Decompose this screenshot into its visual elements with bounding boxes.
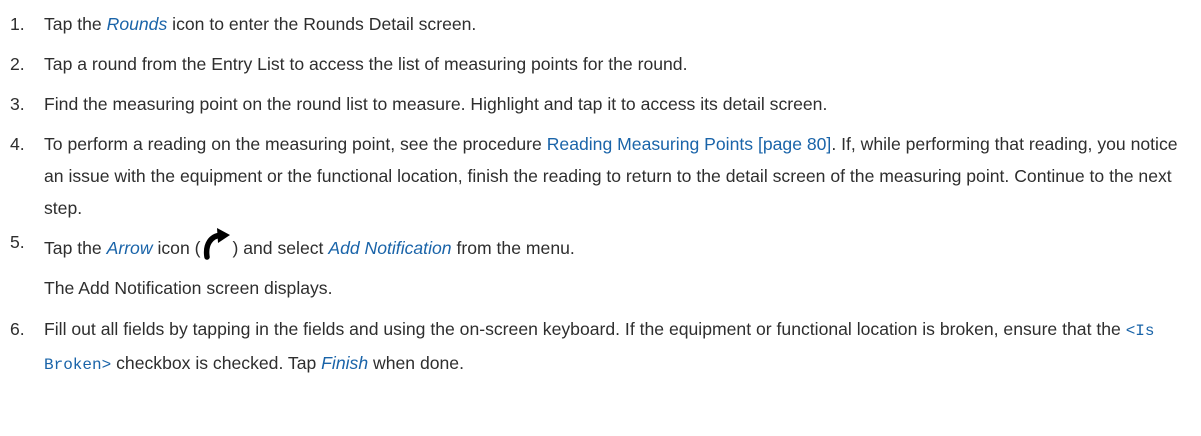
step-number: 1. [10, 14, 25, 34]
reading-measuring-points-link[interactable]: Reading Measuring Points [page 80] [547, 134, 832, 154]
step-text: icon to enter the Rounds Detail screen. [167, 14, 477, 34]
step-text: ) and select [232, 238, 329, 258]
step-4: 4. To perform a reading on the measuring… [0, 128, 1195, 224]
rounds-ui-term: Rounds [106, 14, 168, 34]
step-text: Fill out all fields by tapping in the fi… [44, 319, 1126, 339]
step-1: 1. Tap the Rounds icon to enter the Roun… [0, 8, 1195, 40]
step-text: Tap the [44, 14, 107, 34]
add-notification-ui-term: Add Notification [328, 238, 452, 258]
step-number: 5. [10, 232, 25, 252]
step-3: 3. Find the measuring point on the round… [0, 88, 1195, 120]
step-6: 6. Fill out all fields by tapping in the… [0, 313, 1195, 381]
step-2: 2. Tap a round from the Entry List to ac… [0, 48, 1195, 80]
step-text: To perform a reading on the measuring po… [44, 134, 547, 154]
step-text: from the menu. [451, 238, 575, 258]
step-5: 5. Tap the Arrow icon ( ) and select Add… [0, 226, 1195, 264]
step-text: Tap a round from the Entry List to acces… [44, 54, 688, 74]
step-number: 6. [10, 319, 25, 339]
step-text: checkbox is checked. Tap [111, 353, 322, 373]
step-number: 3. [10, 94, 25, 114]
step-number: 2. [10, 54, 25, 74]
step-number: 4. [10, 134, 25, 154]
curved-arrow-icon [204, 228, 231, 260]
step-text: Tap the [44, 238, 107, 258]
step-text: when done. [368, 353, 464, 373]
step-text: icon ( [152, 238, 201, 258]
arrow-ui-term: Arrow [106, 238, 153, 258]
finish-ui-term: Finish [321, 353, 369, 373]
step-5-result: The Add Notification screen displays. [44, 278, 333, 298]
step-text: Find the measuring point on the round li… [44, 94, 828, 114]
